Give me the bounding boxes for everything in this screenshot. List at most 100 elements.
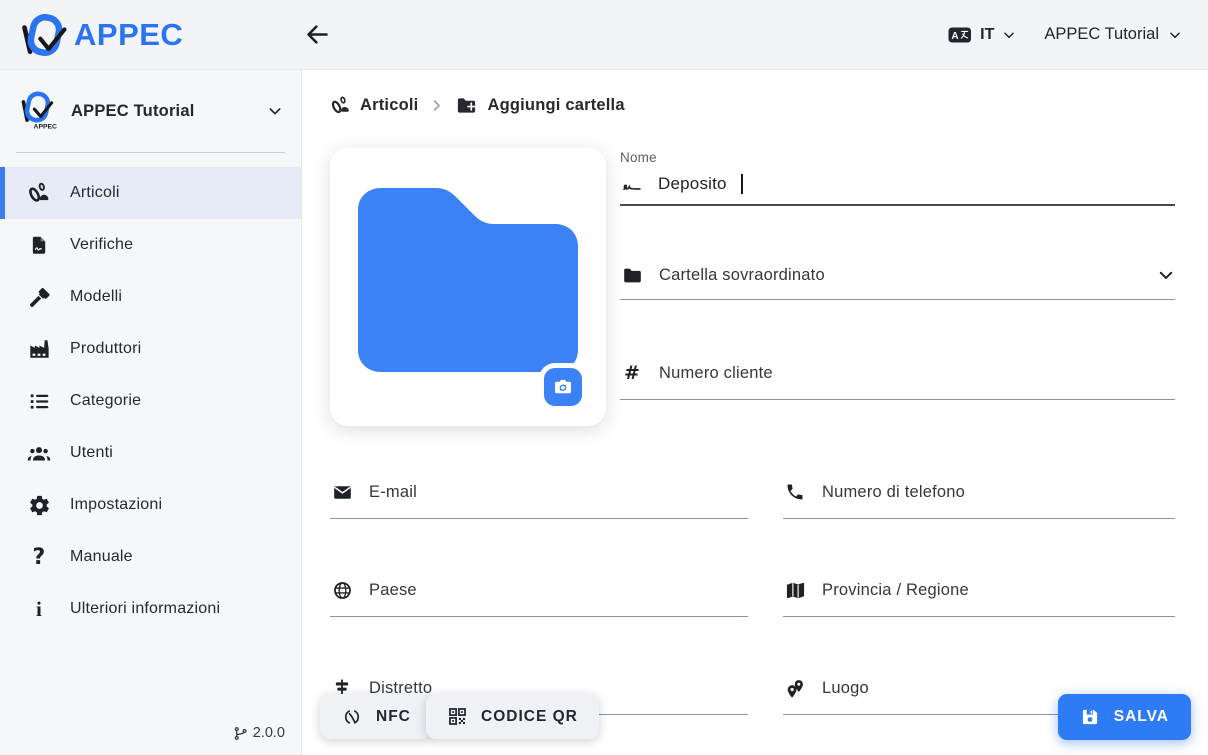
document-signature-icon xyxy=(27,233,51,257)
field-provincia[interactable]: Provincia / Regione xyxy=(783,575,1175,617)
camera-refresh-icon xyxy=(552,376,574,398)
sidebar-item-categorie[interactable]: Categorie xyxy=(0,375,301,427)
sidebar-item-manuale[interactable]: ? Manuale xyxy=(0,531,301,583)
numero-cliente-label: Numero cliente xyxy=(659,364,773,383)
users-icon xyxy=(27,441,51,465)
sidebar-item-label: Verifiche xyxy=(70,236,133,254)
salva-button[interactable]: SALVA xyxy=(1058,694,1191,740)
field-nome-label: Nome xyxy=(620,150,1175,165)
hash-icon: # xyxy=(620,361,644,385)
nome-input[interactable]: Deposito xyxy=(620,172,1175,206)
folder-image xyxy=(348,180,588,380)
map-markers-icon xyxy=(783,676,807,700)
version-number: 2.0.0 xyxy=(253,725,285,741)
folder-plus-icon xyxy=(455,94,478,117)
provincia-label: Provincia / Regione xyxy=(822,581,969,600)
field-email[interactable]: E-mail xyxy=(330,477,748,519)
appec-logo-mark-icon xyxy=(18,12,70,58)
factory-icon xyxy=(27,337,51,361)
sidebar-item-articoli[interactable]: Articoli xyxy=(0,167,301,219)
topbar-right: A IT APPEC Tutorial xyxy=(948,25,1208,44)
sidebar-item-produttori[interactable]: Produttori xyxy=(0,323,301,375)
paese-label: Paese xyxy=(369,581,417,600)
sidebar-item-utenti[interactable]: Utenti xyxy=(0,427,301,479)
sidebar-item-label: Modelli xyxy=(70,288,122,306)
nfc-button-label: NFC xyxy=(376,708,411,726)
appec-logo-small-icon: APPEC xyxy=(18,90,58,132)
language-code: IT xyxy=(980,26,994,44)
gear-icon xyxy=(27,493,51,517)
folder-image-card xyxy=(330,148,606,426)
phone-icon xyxy=(783,480,807,504)
info-icon: i xyxy=(27,597,51,621)
field-nome: Nome Deposito xyxy=(620,150,1175,206)
chevron-down-icon xyxy=(1168,28,1182,42)
chevron-right-icon xyxy=(429,98,444,113)
sidebar-item-label: Utenti xyxy=(70,444,113,462)
main-content: Articoli Aggiungi cartella N xyxy=(302,70,1208,755)
svg-text:APPEC: APPEC xyxy=(34,123,58,130)
email-label: E-mail xyxy=(369,483,417,502)
map-icon xyxy=(783,578,807,602)
sidebar: APPEC APPEC Tutorial Articoli Verifiche xyxy=(0,70,302,755)
codice-qr-button-label: CODICE QR xyxy=(481,708,578,726)
app-logo-text: APPEC xyxy=(74,17,183,53)
sidebar-item-impostazioni[interactable]: Impostazioni xyxy=(0,479,301,531)
sidebar-item-label: Impostazioni xyxy=(70,496,162,514)
language-selector[interactable]: A IT xyxy=(948,26,1016,44)
account-name: APPEC Tutorial xyxy=(1044,25,1159,44)
luogo-label: Luogo xyxy=(822,679,869,698)
sidebar-item-label: Produttori xyxy=(70,340,141,358)
telefono-label: Numero di telefono xyxy=(822,483,965,502)
sidebar-item-label: Ulteriori informazioni xyxy=(70,600,220,618)
envelope-icon xyxy=(330,480,354,504)
sidebar-item-verifiche[interactable]: Verifiche xyxy=(0,219,301,271)
carabiner-gear-icon xyxy=(27,181,51,205)
breadcrumb-root-label: Articoli xyxy=(360,96,418,115)
codice-qr-button[interactable]: CODICE QR xyxy=(426,694,599,739)
git-branch-icon xyxy=(233,726,248,741)
list-icon xyxy=(27,389,51,413)
field-numero-cliente[interactable]: # Numero cliente xyxy=(620,361,1175,400)
topbar: APPEC A IT APPEC Tutorial xyxy=(0,0,1208,70)
breadcrumb-current: Aggiungi cartella xyxy=(455,94,624,117)
arrow-left-icon xyxy=(304,21,331,48)
nfc-button[interactable]: NFC xyxy=(320,694,432,739)
sidebar-item-label: Categorie xyxy=(70,392,141,410)
change-image-button[interactable] xyxy=(544,368,582,406)
question-icon: ? xyxy=(27,545,51,569)
salva-button-label: SALVA xyxy=(1114,708,1169,726)
app-logo: APPEC xyxy=(0,12,288,58)
breadcrumb-articoli[interactable]: Articoli xyxy=(330,95,418,116)
sidebar-item-label: Articoli xyxy=(70,184,120,202)
signature-icon xyxy=(620,172,644,196)
app-version: 2.0.0 xyxy=(233,725,285,741)
workspace-selector[interactable]: APPEC APPEC Tutorial xyxy=(0,78,301,144)
nfc-icon xyxy=(341,706,363,728)
cartella-sovraordinato-label: Cartella sovraordinato xyxy=(659,266,825,285)
text-caret xyxy=(741,174,743,194)
back-button[interactable] xyxy=(300,17,335,52)
account-selector[interactable]: APPEC Tutorial xyxy=(1044,25,1182,44)
globe-icon xyxy=(330,578,354,602)
sidebar-divider xyxy=(16,152,285,153)
svg-text:A: A xyxy=(952,31,959,42)
field-paese[interactable]: Paese xyxy=(330,575,748,617)
sidebar-item-label: Manuale xyxy=(70,548,133,566)
hammer-icon xyxy=(27,285,51,309)
qr-code-icon xyxy=(447,706,468,727)
breadcrumb: Articoli Aggiungi cartella xyxy=(330,94,625,117)
sidebar-item-modelli[interactable]: Modelli xyxy=(0,271,301,323)
workspace-name: APPEC Tutorial xyxy=(71,102,254,121)
nome-input-value: Deposito xyxy=(658,174,727,194)
field-cartella-sovraordinato[interactable]: Cartella sovraordinato xyxy=(620,263,1175,300)
chevron-down-icon xyxy=(1157,266,1175,284)
folder-icon xyxy=(620,263,644,287)
sidebar-item-ulteriori-informazioni[interactable]: i Ulteriori informazioni xyxy=(0,583,301,635)
carabiner-gear-icon xyxy=(330,95,351,116)
translate-icon: A xyxy=(948,26,972,44)
save-icon xyxy=(1080,707,1100,727)
field-telefono[interactable]: Numero di telefono xyxy=(783,477,1175,519)
chevron-down-icon xyxy=(1002,28,1016,42)
breadcrumb-current-label: Aggiungi cartella xyxy=(487,96,624,115)
